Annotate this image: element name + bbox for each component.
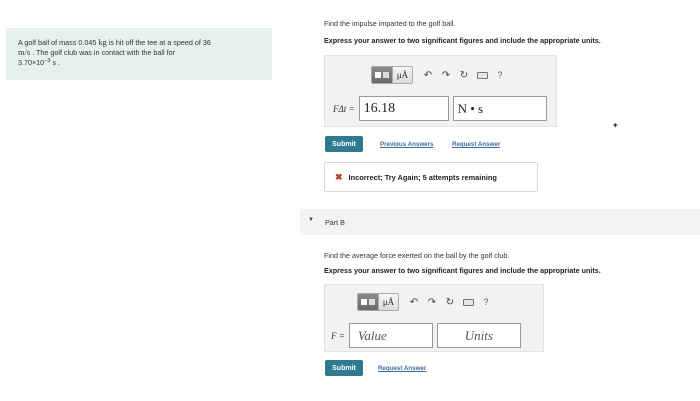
previous-answers-link[interactable]: Previous Answers <box>380 141 433 148</box>
part-a-value-input[interactable]: 16.18 <box>358 96 449 121</box>
unit-kg: kg <box>98 38 107 47</box>
part-b-header[interactable]: ▼ Part B <box>300 209 700 235</box>
unit-ms: m/s <box>18 48 31 57</box>
contact-time-exponent: −3 <box>44 58 51 64</box>
redo-icon[interactable]: ↷ <box>437 67 455 83</box>
problem-statement: A golf ball of mass 0.045 kg is hit off … <box>6 28 272 80</box>
part-a-submit-button[interactable]: Submit <box>325 136 363 152</box>
part-b-toolbar: μÅ ↶ ↷ ↻ ? <box>357 293 495 311</box>
contact-time: 3.70×10 <box>18 58 45 67</box>
units-mu-icon[interactable]: μÅ <box>378 294 398 310</box>
part-b-units-input[interactable]: Units <box>436 323 521 348</box>
help-icon[interactable]: ? <box>491 67 509 83</box>
help-label: ? <box>483 297 489 307</box>
part-b-prompt: Find the average force exerted on the ba… <box>324 251 510 260</box>
part-b-equation-label: F = <box>331 330 345 341</box>
part-a-answer-panel: μÅ ↶ ↷ ↻ ? FΔt = 16.18 N • s <box>324 55 557 127</box>
keyboard-icon[interactable] <box>459 294 477 310</box>
mu-label: μÅ <box>382 297 395 307</box>
part-b-equation-row: F = Value Units <box>331 323 521 348</box>
part-a-equation-row: FΔt = 16.18 N • s <box>333 96 547 121</box>
help-icon[interactable]: ? <box>477 294 495 310</box>
templates-icon[interactable] <box>358 294 378 310</box>
help-label: ? <box>497 70 503 80</box>
feedback-text: Incorrect; Try Again; 5 attempts remaini… <box>348 172 497 182</box>
part-a-toolbar-group: μÅ <box>371 66 413 84</box>
keyboard-icon[interactable] <box>473 67 491 83</box>
templates-icon[interactable] <box>372 67 392 83</box>
part-b-request-answer-link[interactable]: Request Answer <box>378 365 426 372</box>
part-b-title: Part B <box>325 218 345 227</box>
part-b-instruction: Express your answer to two significant f… <box>324 266 601 275</box>
problem-text-2: is hit off the tee at a speed of 36 <box>106 38 211 47</box>
part-b-submit-button[interactable]: Submit <box>325 360 363 376</box>
incorrect-icon: ✖ <box>335 171 343 182</box>
problem-text-3: . The golf club was in contact with the … <box>30 48 175 57</box>
part-b-answer-panel: μÅ ↶ ↷ ↻ ? F = Value Units <box>324 284 544 352</box>
part-a-units-input[interactable]: N • s <box>452 96 547 121</box>
units-mu-icon[interactable]: μÅ <box>392 67 412 83</box>
redo-icon[interactable]: ↷ <box>423 294 441 310</box>
part-a-equation-label: FΔt = <box>333 103 355 114</box>
mu-label: μÅ <box>396 70 409 80</box>
mouse-cursor-icon: ✦ <box>612 121 619 130</box>
part-b-value-input[interactable]: Value <box>348 323 433 348</box>
undo-icon[interactable]: ↶ <box>419 67 437 83</box>
part-a-prompt: Find the impulse imparted to the golf ba… <box>324 19 456 28</box>
part-a-instruction: Express your answer to two significant f… <box>324 36 601 45</box>
part-a-toolbar: μÅ ↶ ↷ ↻ ? <box>371 66 509 84</box>
reset-icon[interactable]: ↻ <box>441 294 459 310</box>
problem-text-1: A golf ball of mass 0.045 <box>18 38 99 47</box>
part-a-request-answer-link[interactable]: Request Answer <box>452 141 500 148</box>
problem-text-4: . <box>55 58 60 67</box>
reset-icon[interactable]: ↻ <box>455 67 473 83</box>
undo-icon[interactable]: ↶ <box>405 294 423 310</box>
collapse-arrow-icon[interactable]: ▼ <box>308 217 314 223</box>
part-b-toolbar-group: μÅ <box>357 293 399 311</box>
part-a-feedback: ✖ Incorrect; Try Again; 5 attempts remai… <box>324 162 538 192</box>
